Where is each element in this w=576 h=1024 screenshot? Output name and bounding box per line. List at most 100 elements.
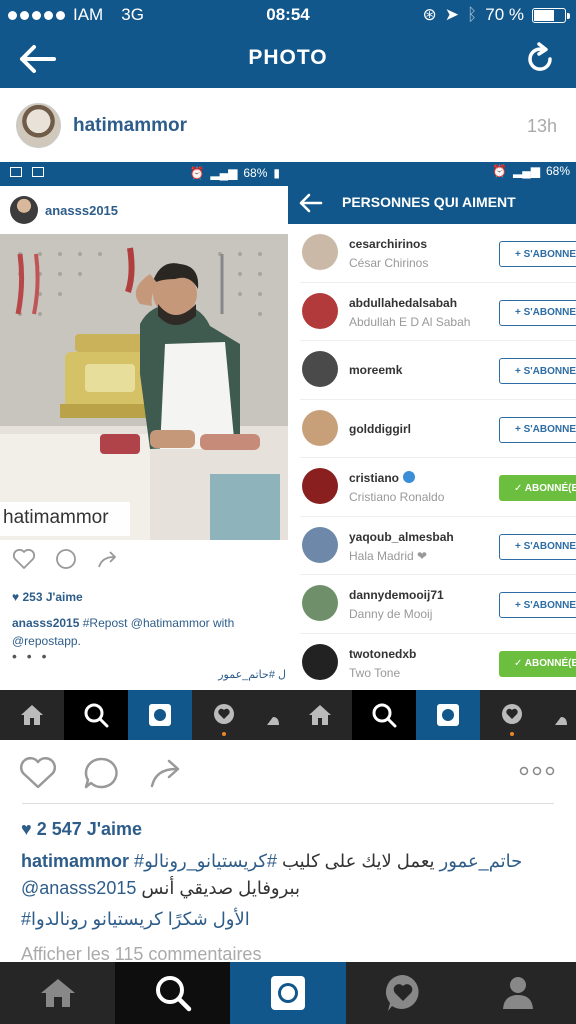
post-header: hatimammor 13h [0, 88, 576, 162]
back-arrow-icon [299, 193, 323, 213]
heart-icon[interactable] [18, 756, 58, 790]
caption-line-2: #الأول شكرًا كريستيانو رونالدوا [21, 909, 250, 930]
liker-username: golddiggirl [349, 422, 411, 436]
avatar [302, 526, 338, 563]
liker-full-name: Cristiano Ronaldo [349, 490, 445, 504]
status-bar: IAM 3G 08:54 ⊛ ➤ ᛒ 70 % [0, 0, 576, 30]
tab-profile[interactable] [461, 962, 576, 1024]
avatar [302, 351, 338, 387]
alarm-icon: ⏰ [189, 166, 205, 180]
caption-mention[interactable]: @anasss2015 [21, 878, 136, 898]
liker-full-name: Two Tone [349, 665, 401, 680]
mail-icon [10, 167, 22, 177]
following-button[interactable]: ✓ ABONNÉ(E) [499, 475, 576, 501]
post-timestamp: 13h [526, 116, 557, 136]
liker-username: moreemk [349, 363, 402, 377]
caption-username[interactable]: hatimammor [21, 851, 129, 871]
post-actions [0, 740, 576, 804]
liker-row[interactable]: golddiggirl + S'ABONNER [300, 400, 576, 458]
liker-full-name: Abdullah E D Al Sabah [349, 314, 471, 329]
post-username[interactable]: hatimammor [73, 115, 187, 137]
embedded-likes-text: 253 J'aime [22, 590, 83, 604]
liker-row[interactable]: moreemk + S'ABONNER [300, 341, 576, 400]
likes-count[interactable]: ♥ 2 547 J'aime [21, 819, 142, 840]
battery-icon [532, 7, 570, 23]
embedded-tab-activity [192, 690, 256, 740]
avatar [302, 468, 338, 504]
liker-username-text: golddiggirl [349, 421, 411, 436]
comment-icon[interactable] [54, 548, 78, 570]
liker-username-text: yaqoub_almesbah [349, 529, 454, 544]
liker-username-text: cesarchirinos [349, 237, 428, 251]
likers-header: PERSONNES QUI AIMENT [288, 182, 576, 224]
embedded-username: anasss2015 [45, 203, 119, 218]
caption-hashtag-2[interactable]: #كريستيانو_رونالو [144, 851, 277, 871]
follow-button[interactable]: + S'ABONNER [499, 592, 576, 618]
liker-row[interactable]: cristiano Cristiano Ronaldo ✓ ABONNÉ(E) [300, 458, 576, 517]
likes-text: 2 547 J'aime [36, 819, 143, 839]
embedded-tab-activity [480, 690, 544, 740]
battery-percent: 70 % [485, 5, 524, 24]
tab-camera[interactable] [230, 962, 346, 1024]
comment-icon[interactable] [83, 756, 121, 790]
embedded-tab-camera [128, 690, 192, 740]
embedded-caption: anasss2015 #Repost @hatimammor with @rep… [12, 614, 282, 650]
follow-button[interactable]: + S'ABONNER [499, 533, 576, 560]
post-caption: hatimammor #حاتم_عمور يعمل لايك على كليب… [21, 848, 551, 902]
follow-button[interactable]: + S'ABONNER [499, 241, 576, 267]
embedded-tab-camera [416, 690, 480, 740]
signal-icon: ▂▄▆ [210, 166, 238, 180]
liker-username-text: twotonedxb [349, 646, 417, 661]
liker-full-name: Danny de Mooij [349, 607, 433, 621]
following-button[interactable]: ✓ ABONNÉ(E) [499, 650, 576, 677]
share-icon[interactable] [96, 548, 120, 570]
tab-search[interactable] [115, 962, 231, 1024]
refresh-icon[interactable] [524, 42, 556, 76]
liker-row[interactable]: twotonedxb Two Tone ✓ ABONNÉ(E) [300, 634, 576, 692]
camera-icon [149, 704, 171, 726]
search-icon [155, 976, 192, 1012]
avatar [302, 409, 338, 446]
embedded-tab-profile-partial [544, 690, 576, 740]
liker-username-text: cristiano [349, 471, 400, 485]
liker-row[interactable]: yaqoub_almesbah Hala Madrid ❤ + S'ABONNER [300, 517, 576, 575]
embedded-tab-bars [0, 690, 576, 740]
verified-badge-icon [403, 471, 416, 483]
liker-row[interactable]: cesarchirinos César Chirinos + S'ABONNER [300, 224, 576, 283]
tab-home[interactable] [0, 962, 115, 1024]
search-icon [84, 703, 109, 728]
alarm-icon: ⏰ [492, 164, 507, 178]
liker-username-text: dannydemooij71 [349, 588, 444, 602]
embedded-tab-profile-partial [256, 690, 288, 740]
follow-button[interactable]: + S'ABONNER [499, 416, 576, 443]
camera-icon [437, 704, 459, 726]
top-bar: IAM 3G 08:54 ⊛ ➤ ᛒ 70 % PHOTO [0, 0, 576, 88]
chef-video-image [0, 234, 288, 540]
liker-row[interactable]: dannydemooij71 Danny de Mooij + S'ABONNER [300, 575, 576, 634]
profile-icon [503, 977, 534, 1009]
avatar [302, 585, 338, 621]
home-icon [21, 705, 43, 725]
share-icon[interactable] [148, 756, 184, 790]
liker-username: yaqoub_almesbah [349, 530, 454, 544]
post-photo[interactable]: ⏰ ▂▄▆ 68% ▮ anasss2015 hatimammor ♥ 253 … [0, 162, 576, 740]
embedded-caption-user: anasss2015 [12, 616, 80, 630]
embedded-tab-home [288, 690, 352, 740]
more-options-icon[interactable] [519, 766, 555, 776]
liker-username-text: abdullahedalsabah [349, 295, 458, 310]
embedded-likers-screen: ⏰ ▂▄▆ 68% PERSONNES QUI AIMENT cesarchir… [288, 162, 576, 740]
embedded-post-header: anasss2015 [0, 186, 288, 234]
chef-video-frame [0, 234, 288, 540]
likes-heart-icon: ♥ [21, 819, 32, 839]
follow-button[interactable]: + S'ABONNER [499, 358, 576, 384]
activity-icon [214, 704, 234, 724]
heart-icon[interactable] [12, 548, 36, 570]
liker-row[interactable]: abdullahedalsabah Abdullah E D Al Sabah + … [300, 283, 576, 341]
avatar[interactable] [16, 103, 61, 148]
liker-full-name: César Chirinos [349, 256, 429, 270]
avatar [302, 234, 338, 270]
likers-list: cesarchirinosCésar Chirinos+ S'ABONNERab… [288, 224, 576, 692]
follow-button[interactable]: + S'ABONNER [499, 299, 576, 326]
caption-line-2-text[interactable]: #الأول شكرًا كريستيانو رونالدوا [21, 909, 250, 929]
tab-activity[interactable] [346, 962, 461, 1024]
